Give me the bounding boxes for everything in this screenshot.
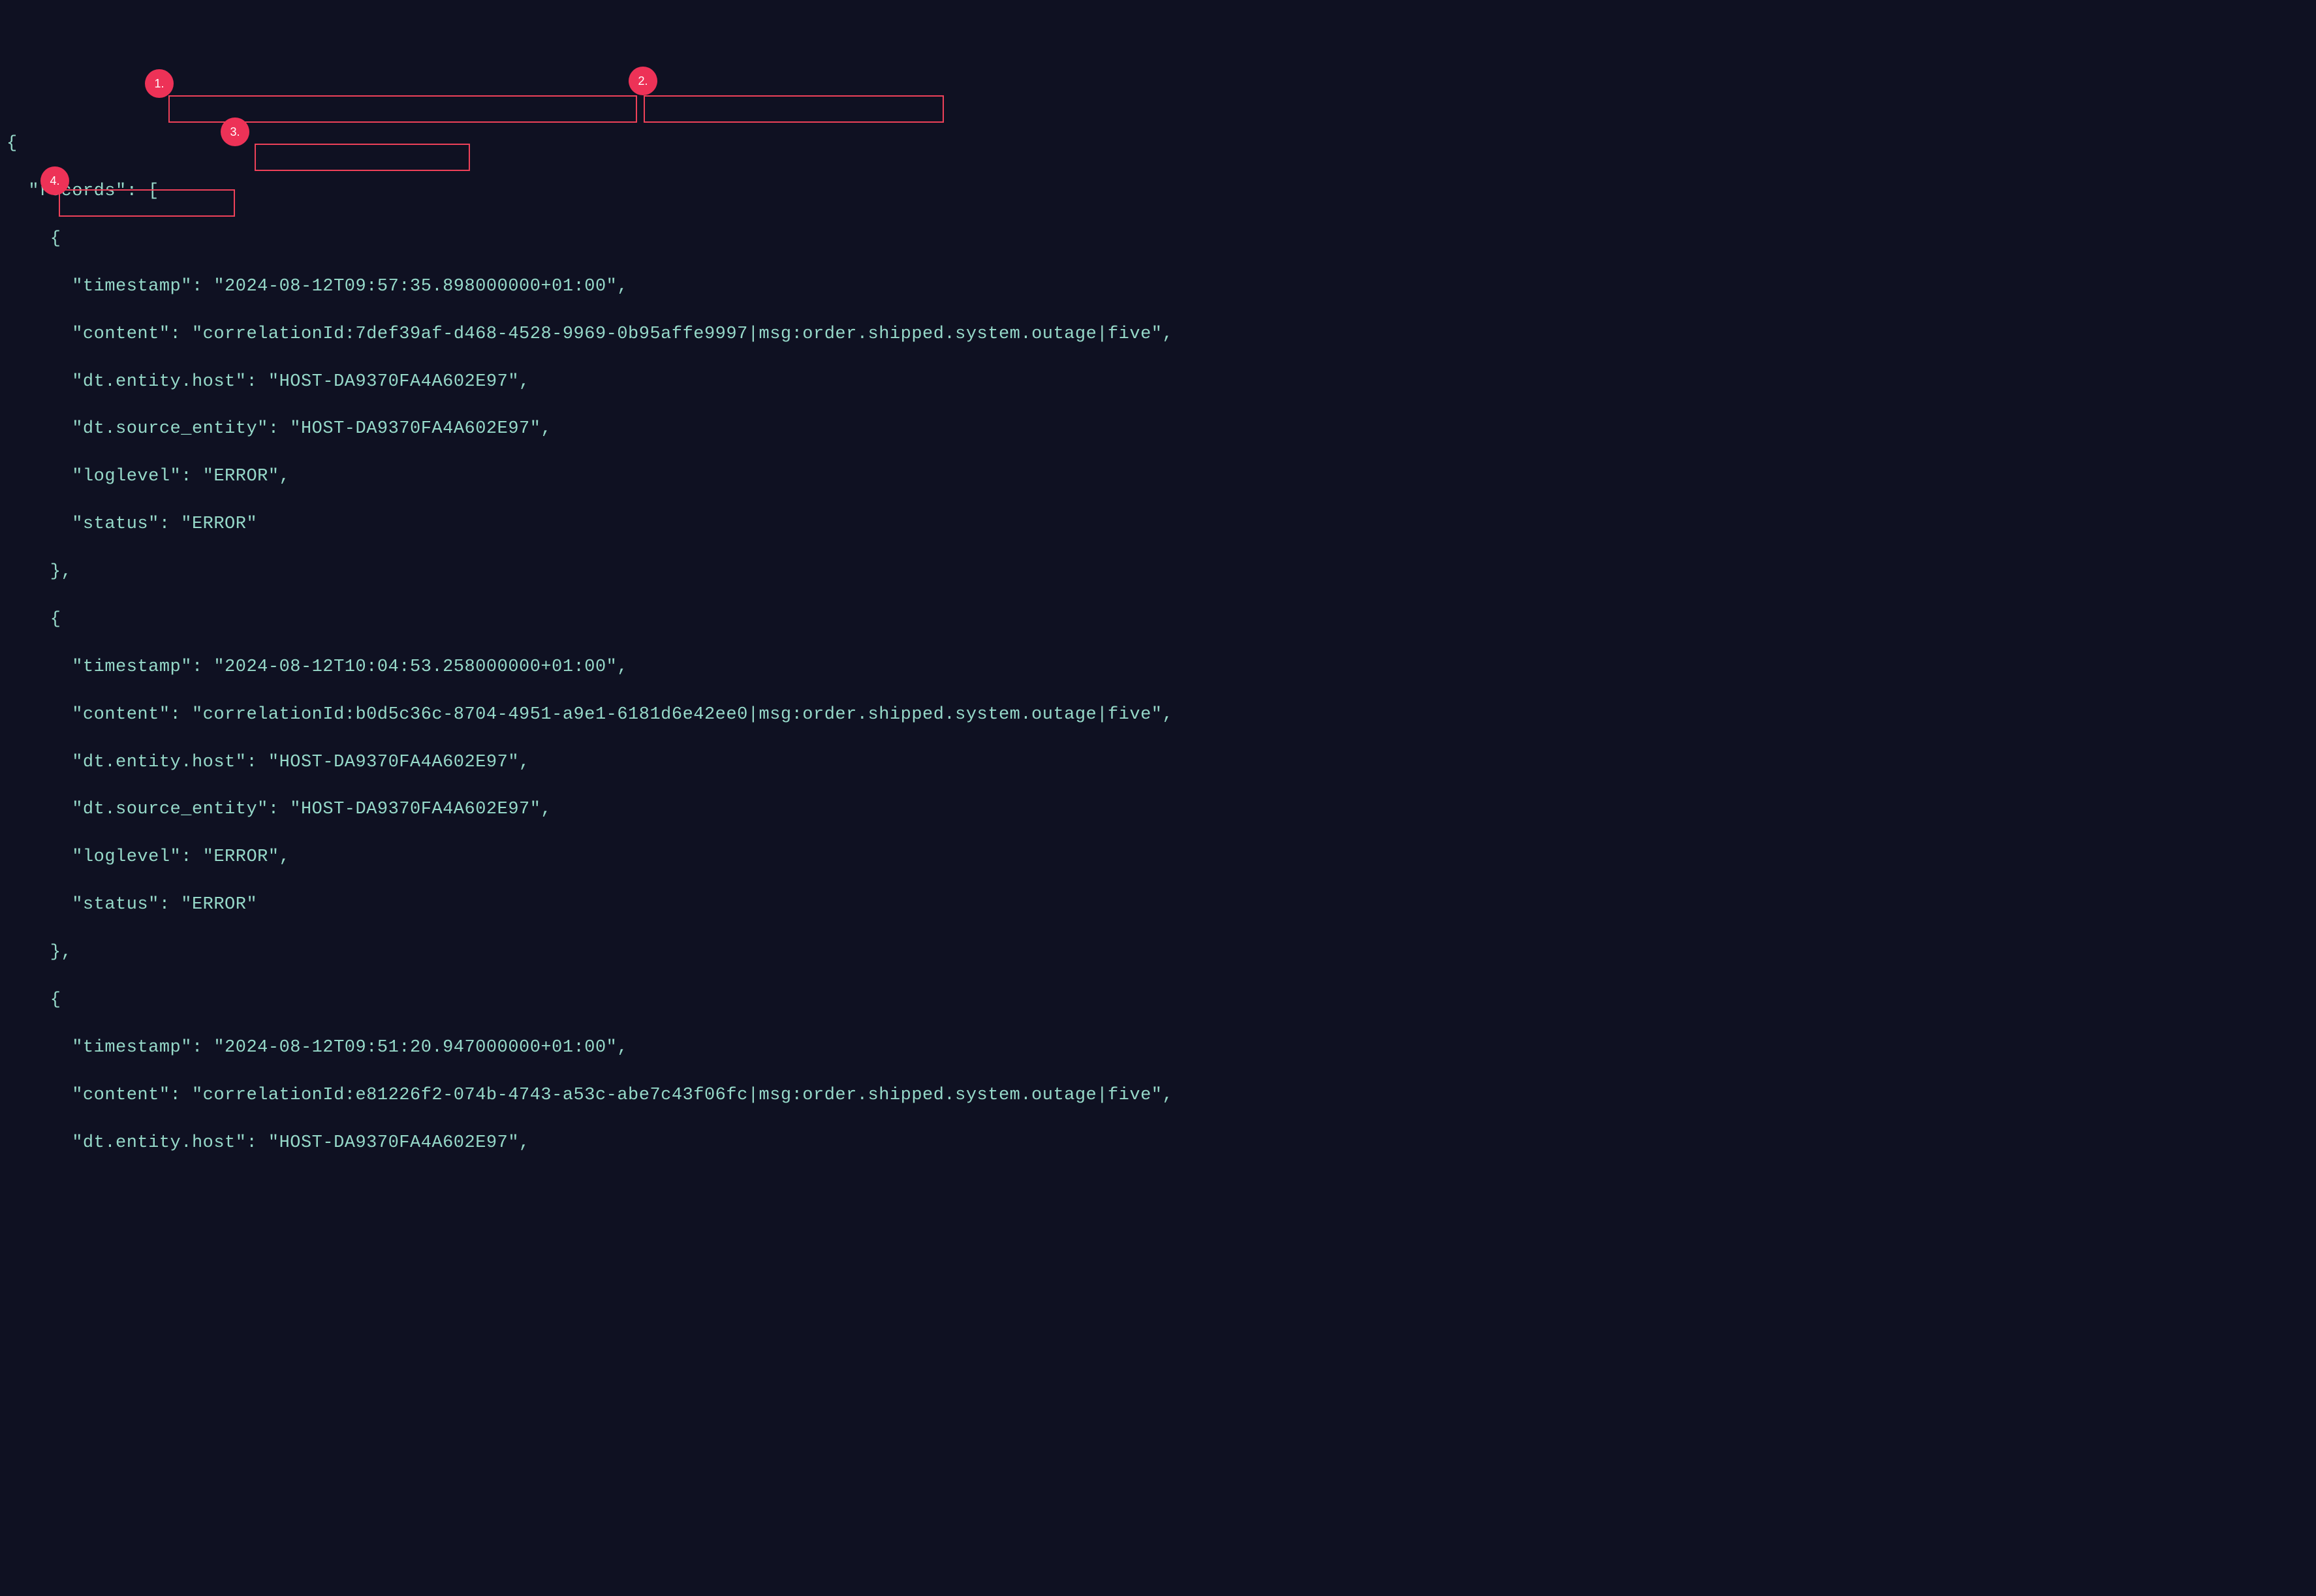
json-line: "timestamp": "2024-08-12T09:57:35.898000… [7,275,2309,298]
json-line: "status": "ERROR" [7,512,2309,536]
json-line: "timestamp": "2024-08-12T09:51:20.947000… [7,1036,2309,1059]
json-line: "dt.entity.host": "HOST-DA9370FA4A602E97… [7,1131,2309,1155]
json-line: { [7,608,2309,631]
json-line: "dt.entity.host": "HOST-DA9370FA4A602E97… [7,370,2309,394]
annotation-marker-2: 2. [629,67,657,95]
json-line: { [7,132,2309,155]
json-line: "content": "correlationId:e81226f2-074b-… [7,1084,2309,1107]
json-line: { [7,227,2309,251]
json-line: "loglevel": "ERROR", [7,465,2309,488]
annotation-marker-1: 1. [145,69,174,98]
json-line: }, [7,560,2309,584]
json-line: "dt.source_entity": "HOST-DA9370FA4A602E… [7,798,2309,821]
json-line: "loglevel": "ERROR", [7,845,2309,869]
annotation-marker-4: 4. [40,166,69,195]
json-line: "content": "correlationId:b0d5c36c-8704-… [7,703,2309,727]
json-line: "dt.entity.host": "HOST-DA9370FA4A602E97… [7,751,2309,774]
json-code-block: { "records": [ { "timestamp": "2024-08-1… [7,108,2309,1179]
json-line: "records": [ [7,180,2309,203]
json-line: "content": "correlationId:7def39af-d468-… [7,322,2309,346]
json-line: "dt.source_entity": "HOST-DA9370FA4A602E… [7,417,2309,441]
json-line: "status": "ERROR" [7,893,2309,916]
json-line: "timestamp": "2024-08-12T10:04:53.258000… [7,655,2309,679]
json-line: }, [7,941,2309,964]
annotation-marker-3: 3. [221,117,249,146]
json-line: { [7,988,2309,1012]
